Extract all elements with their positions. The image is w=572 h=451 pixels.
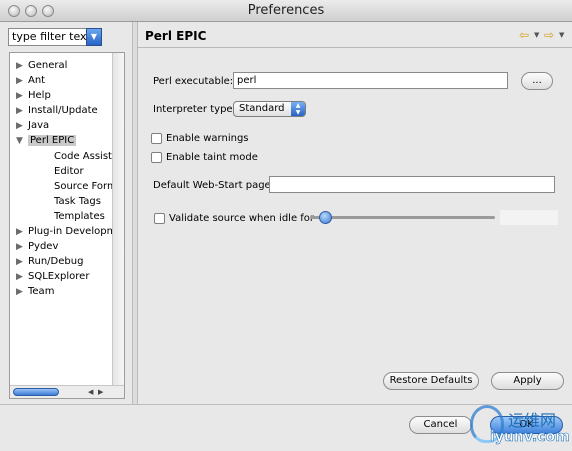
perl-executable-label: Perl executable: (153, 76, 234, 87)
preference-tree: ▶ General ▶ Ant ▶ Help ▶ Install/Update ▶ Jav… (9, 52, 125, 399)
tree-item-install-update[interactable]: ▶ Install/Update (16, 103, 98, 118)
tree-item-plugin-development[interactable]: ▶ Plug-in Developm (16, 224, 116, 239)
expand-arrow-icon[interactable]: ▶ (16, 119, 28, 134)
expand-arrow-icon[interactable]: ▶ (16, 240, 28, 255)
forward-arrow-icon[interactable]: ⇨ (544, 28, 554, 42)
back-arrow-icon[interactable]: ⇦ (519, 28, 529, 42)
collapse-arrow-icon[interactable]: ▼ (16, 134, 28, 149)
horizontal-scroll-thumb[interactable] (13, 388, 59, 396)
tree-item-templates[interactable]: Templates (54, 209, 105, 224)
tree-item-help[interactable]: ▶ Help (16, 88, 51, 103)
horizontal-scrollbar[interactable]: ◀ ▶ (10, 385, 124, 398)
page-title: Perl EPIC (145, 29, 207, 43)
web-start-page-field[interactable] (269, 176, 555, 193)
tree-item-sqlexplorer[interactable]: ▶ SQLExplorer (16, 269, 89, 284)
forward-history-dropdown-icon[interactable]: ▼ (559, 31, 564, 39)
expand-arrow-icon[interactable]: ▶ (16, 225, 28, 240)
scroll-right-arrow-icon[interactable]: ▶ (98, 386, 103, 398)
tree-item-run-debug[interactable]: ▶ Run/Debug (16, 254, 83, 269)
apply-button[interactable]: Apply (491, 372, 564, 390)
expand-arrow-icon[interactable]: ▶ (16, 285, 28, 300)
window-title: Preferences (247, 3, 325, 18)
tree-item-perl-epic[interactable]: ▼ Perl EPIC (16, 133, 77, 149)
popup-arrows-icon: ▲ ▼ (291, 102, 305, 116)
tree-item-task-tags[interactable]: Task Tags (54, 194, 101, 209)
tree-item-general[interactable]: ▶ General (16, 58, 67, 73)
expand-arrow-icon[interactable]: ▶ (16, 59, 28, 74)
tree-item-ant[interactable]: ▶ Ant (16, 73, 45, 88)
watermark-url-text: iyunv.com (490, 429, 570, 446)
watermark-cn-text: 运维网 (508, 411, 557, 430)
title-bar: Preferences (0, 0, 572, 22)
interpreter-type-label: Interpreter type: (153, 104, 236, 115)
tree-item-editor[interactable]: Editor (54, 164, 84, 179)
filter-dropdown-button[interactable]: ▼ (86, 28, 102, 46)
tree-item-java[interactable]: ▶ Java (16, 118, 49, 133)
preference-page: Perl EPIC ⇦ ▼ ⇨ ▼ Perl executable: perl … (138, 22, 572, 404)
back-history-dropdown-icon[interactable]: ▼ (534, 31, 539, 39)
expand-arrow-icon[interactable]: ▶ (16, 89, 28, 104)
header-divider (138, 47, 572, 48)
enable-taint-mode-label: Enable taint mode (166, 152, 258, 163)
preference-navigation: type filter text ▼ ▶ General ▶ Ant ▶ Help ▶… (0, 22, 133, 400)
expand-arrow-icon[interactable]: ▶ (16, 270, 28, 285)
validate-delay-slider[interactable] (310, 216, 495, 219)
validate-delay-slider-knob[interactable] (318, 211, 332, 224)
cancel-button[interactable]: Cancel (409, 416, 472, 434)
tree-item-team[interactable]: ▶ Team (16, 284, 54, 299)
interpreter-type-value: Standard (239, 103, 285, 114)
expand-arrow-icon[interactable]: ▶ (16, 255, 28, 270)
restore-defaults-button[interactable]: Restore Defaults (383, 372, 479, 390)
enable-warnings-checkbox[interactable] (151, 133, 162, 144)
expand-arrow-icon[interactable]: ▶ (16, 104, 28, 119)
tree-item-source-formatter[interactable]: Source Form (54, 179, 117, 194)
enable-warnings-label: Enable warnings (166, 133, 249, 144)
vertical-scrollbar[interactable] (112, 53, 124, 386)
enable-taint-mode-checkbox[interactable] (151, 152, 162, 163)
validate-source-label: Validate source when idle for (169, 213, 315, 224)
validate-delay-value (500, 210, 558, 225)
browse-button[interactable]: ... (521, 72, 553, 90)
scroll-left-arrow-icon[interactable]: ◀ (88, 386, 93, 398)
dialog-button-bar: Cancel OK 运维网 iyunv.com (0, 404, 572, 451)
tree-item-code-assist[interactable]: Code Assist (54, 149, 112, 164)
expand-arrow-icon[interactable]: ▶ (16, 74, 28, 89)
web-start-page-label: Default Web-Start page: (153, 180, 275, 191)
validate-source-checkbox[interactable] (154, 213, 165, 224)
interpreter-type-select[interactable]: Standard ▲ ▼ (233, 101, 306, 117)
perl-executable-field[interactable]: perl (233, 72, 508, 89)
tree-item-pydev[interactable]: ▶ Pydev (16, 239, 58, 254)
